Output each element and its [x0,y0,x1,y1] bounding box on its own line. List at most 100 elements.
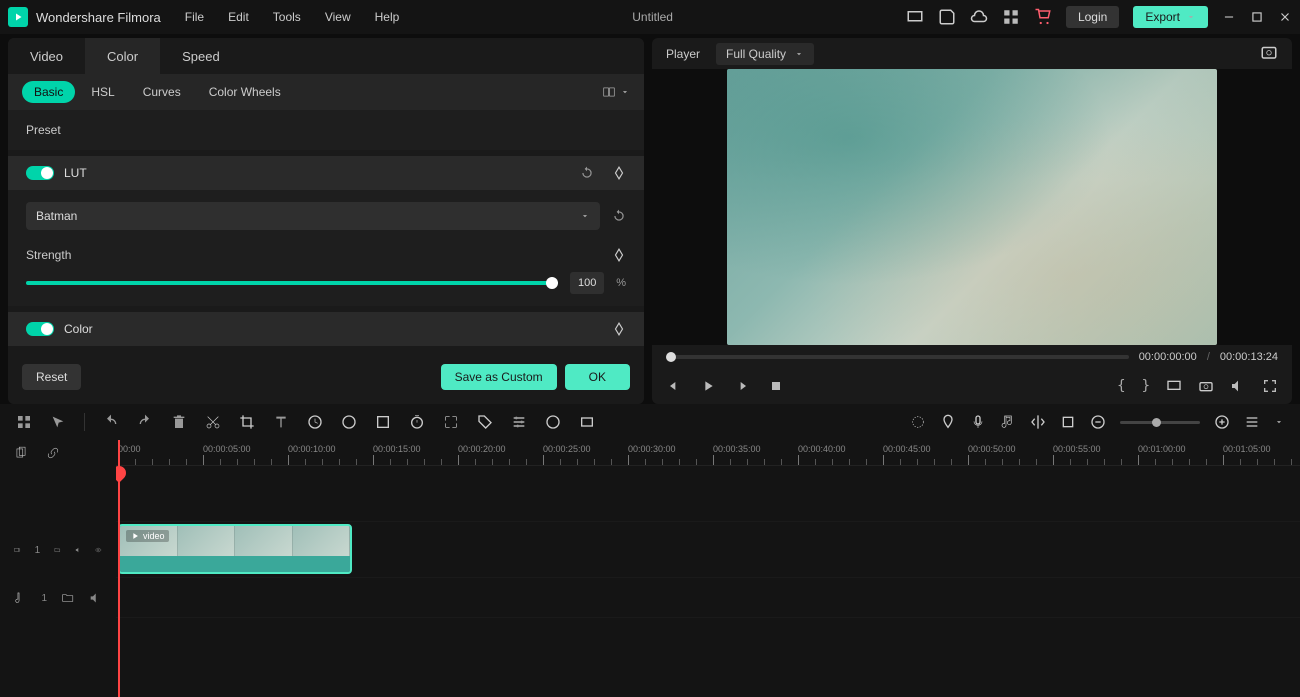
text-icon[interactable] [273,414,289,430]
audio-icon[interactable] [1000,414,1016,430]
cursor-icon[interactable] [50,414,66,430]
color-toggle[interactable] [26,322,54,336]
fullscreen-icon[interactable] [1262,378,1278,394]
list-icon[interactable] [1244,414,1260,430]
layout-icon[interactable] [16,414,32,430]
menu-view[interactable]: View [325,10,351,24]
zoom-out-icon[interactable] [1090,414,1106,430]
effects-icon[interactable] [375,414,391,430]
screen-icon[interactable] [906,8,924,26]
cart-icon[interactable] [1034,8,1052,26]
tab-color[interactable]: Color [85,38,160,74]
preset-header[interactable]: Preset [8,110,644,150]
stop-icon[interactable] [768,378,784,394]
grid-icon[interactable] [1002,8,1020,26]
marker-icon[interactable] [940,414,956,430]
lut-dropdown[interactable]: Batman [26,202,600,230]
subtab-curves[interactable]: Curves [131,81,193,103]
display-icon[interactable] [1166,378,1182,394]
delete-icon[interactable] [171,414,187,430]
prev-frame-icon[interactable] [666,378,682,394]
strength-value[interactable]: 100 [570,272,604,294]
zoom-in-icon[interactable] [1214,414,1230,430]
time-total: 00:00:13:24 [1220,351,1278,363]
track-spacer [116,466,1300,522]
timeline-tracks[interactable]: 00:0000:00:05:0000:00:10:0000:00:15:0000… [116,440,1300,697]
save-custom-button[interactable]: Save as Custom [441,364,557,390]
menu-file[interactable]: File [185,10,204,24]
tab-speed[interactable]: Speed [160,38,242,74]
lut-toggle[interactable] [26,166,54,180]
audio-track-header: 1 [0,578,116,618]
cut-icon[interactable] [205,414,221,430]
undo-icon[interactable] [103,414,119,430]
compare-icon[interactable] [602,85,616,99]
adjust-icon[interactable] [511,414,527,430]
speed-icon[interactable] [307,414,323,430]
scrubber[interactable] [666,355,1129,359]
redo-icon[interactable] [137,414,153,430]
keyframe-icon[interactable] [612,322,626,336]
subtab-hsl[interactable]: HSL [79,81,126,103]
folder-icon[interactable] [61,591,74,605]
marker2-icon[interactable] [1060,414,1076,430]
expand-icon[interactable] [443,414,459,430]
login-button[interactable]: Login [1066,6,1119,28]
time-ruler[interactable]: 00:0000:00:05:0000:00:10:0000:00:15:0000… [116,440,1300,466]
link-icon[interactable] [46,446,60,460]
reset-button[interactable]: Reset [22,364,81,390]
tag-icon[interactable] [477,414,493,430]
zoom-slider[interactable] [1120,421,1200,424]
menu-help[interactable]: Help [375,10,400,24]
next-frame-icon[interactable] [734,378,750,394]
mark-out-icon[interactable]: } [1142,378,1150,394]
chevron-down-icon[interactable] [1274,417,1284,427]
timer-icon[interactable] [409,414,425,430]
cloud-icon[interactable] [970,8,988,26]
ok-button[interactable]: OK [565,364,630,390]
playhead[interactable] [118,440,120,697]
reset-icon[interactable] [612,209,626,223]
reset-icon[interactable] [580,166,594,180]
eye-icon[interactable] [95,543,102,557]
strength-unit: % [616,277,626,289]
tab-video[interactable]: Video [8,38,85,74]
minimize-icon[interactable] [1222,10,1236,24]
quality-value: Full Quality [726,47,786,61]
app-name: Wondershare Filmora [36,10,161,25]
close-icon[interactable] [1278,10,1292,24]
snapshot-icon[interactable] [1260,43,1278,61]
mark-in-icon[interactable]: { [1117,378,1125,394]
export-button[interactable]: Export [1133,6,1208,28]
subtab-color-wheels[interactable]: Color Wheels [197,81,293,103]
lut-value: Batman [36,209,77,223]
crop-icon[interactable] [239,414,255,430]
mic-icon[interactable] [970,414,986,430]
strength-slider[interactable] [26,281,558,285]
render-icon[interactable] [910,414,926,430]
camera-icon[interactable] [1198,378,1214,394]
color-icon[interactable] [341,414,357,430]
menu-tools[interactable]: Tools [273,10,301,24]
video-clip[interactable]: video [118,524,352,574]
save-icon[interactable] [938,8,956,26]
globe-icon[interactable] [545,414,561,430]
split-icon[interactable] [1030,414,1046,430]
player-label: Player [666,47,700,61]
video-track[interactable]: video [116,522,1300,578]
maximize-icon[interactable] [1250,10,1264,24]
mute-icon[interactable] [75,543,82,557]
chevron-down-icon[interactable] [620,87,630,97]
mute-icon[interactable] [89,591,102,605]
keyframe-icon[interactable] [612,248,626,262]
keyframe-icon[interactable] [612,166,626,180]
subtab-basic[interactable]: Basic [22,81,75,103]
clip-icon[interactable] [579,414,595,430]
play-icon[interactable] [700,378,716,394]
menu-edit[interactable]: Edit [228,10,249,24]
folder-icon[interactable] [54,543,61,557]
volume-icon[interactable] [1230,378,1246,394]
audio-track[interactable] [116,578,1300,618]
copy-icon[interactable] [14,446,28,460]
quality-dropdown[interactable]: Full Quality [716,43,814,65]
